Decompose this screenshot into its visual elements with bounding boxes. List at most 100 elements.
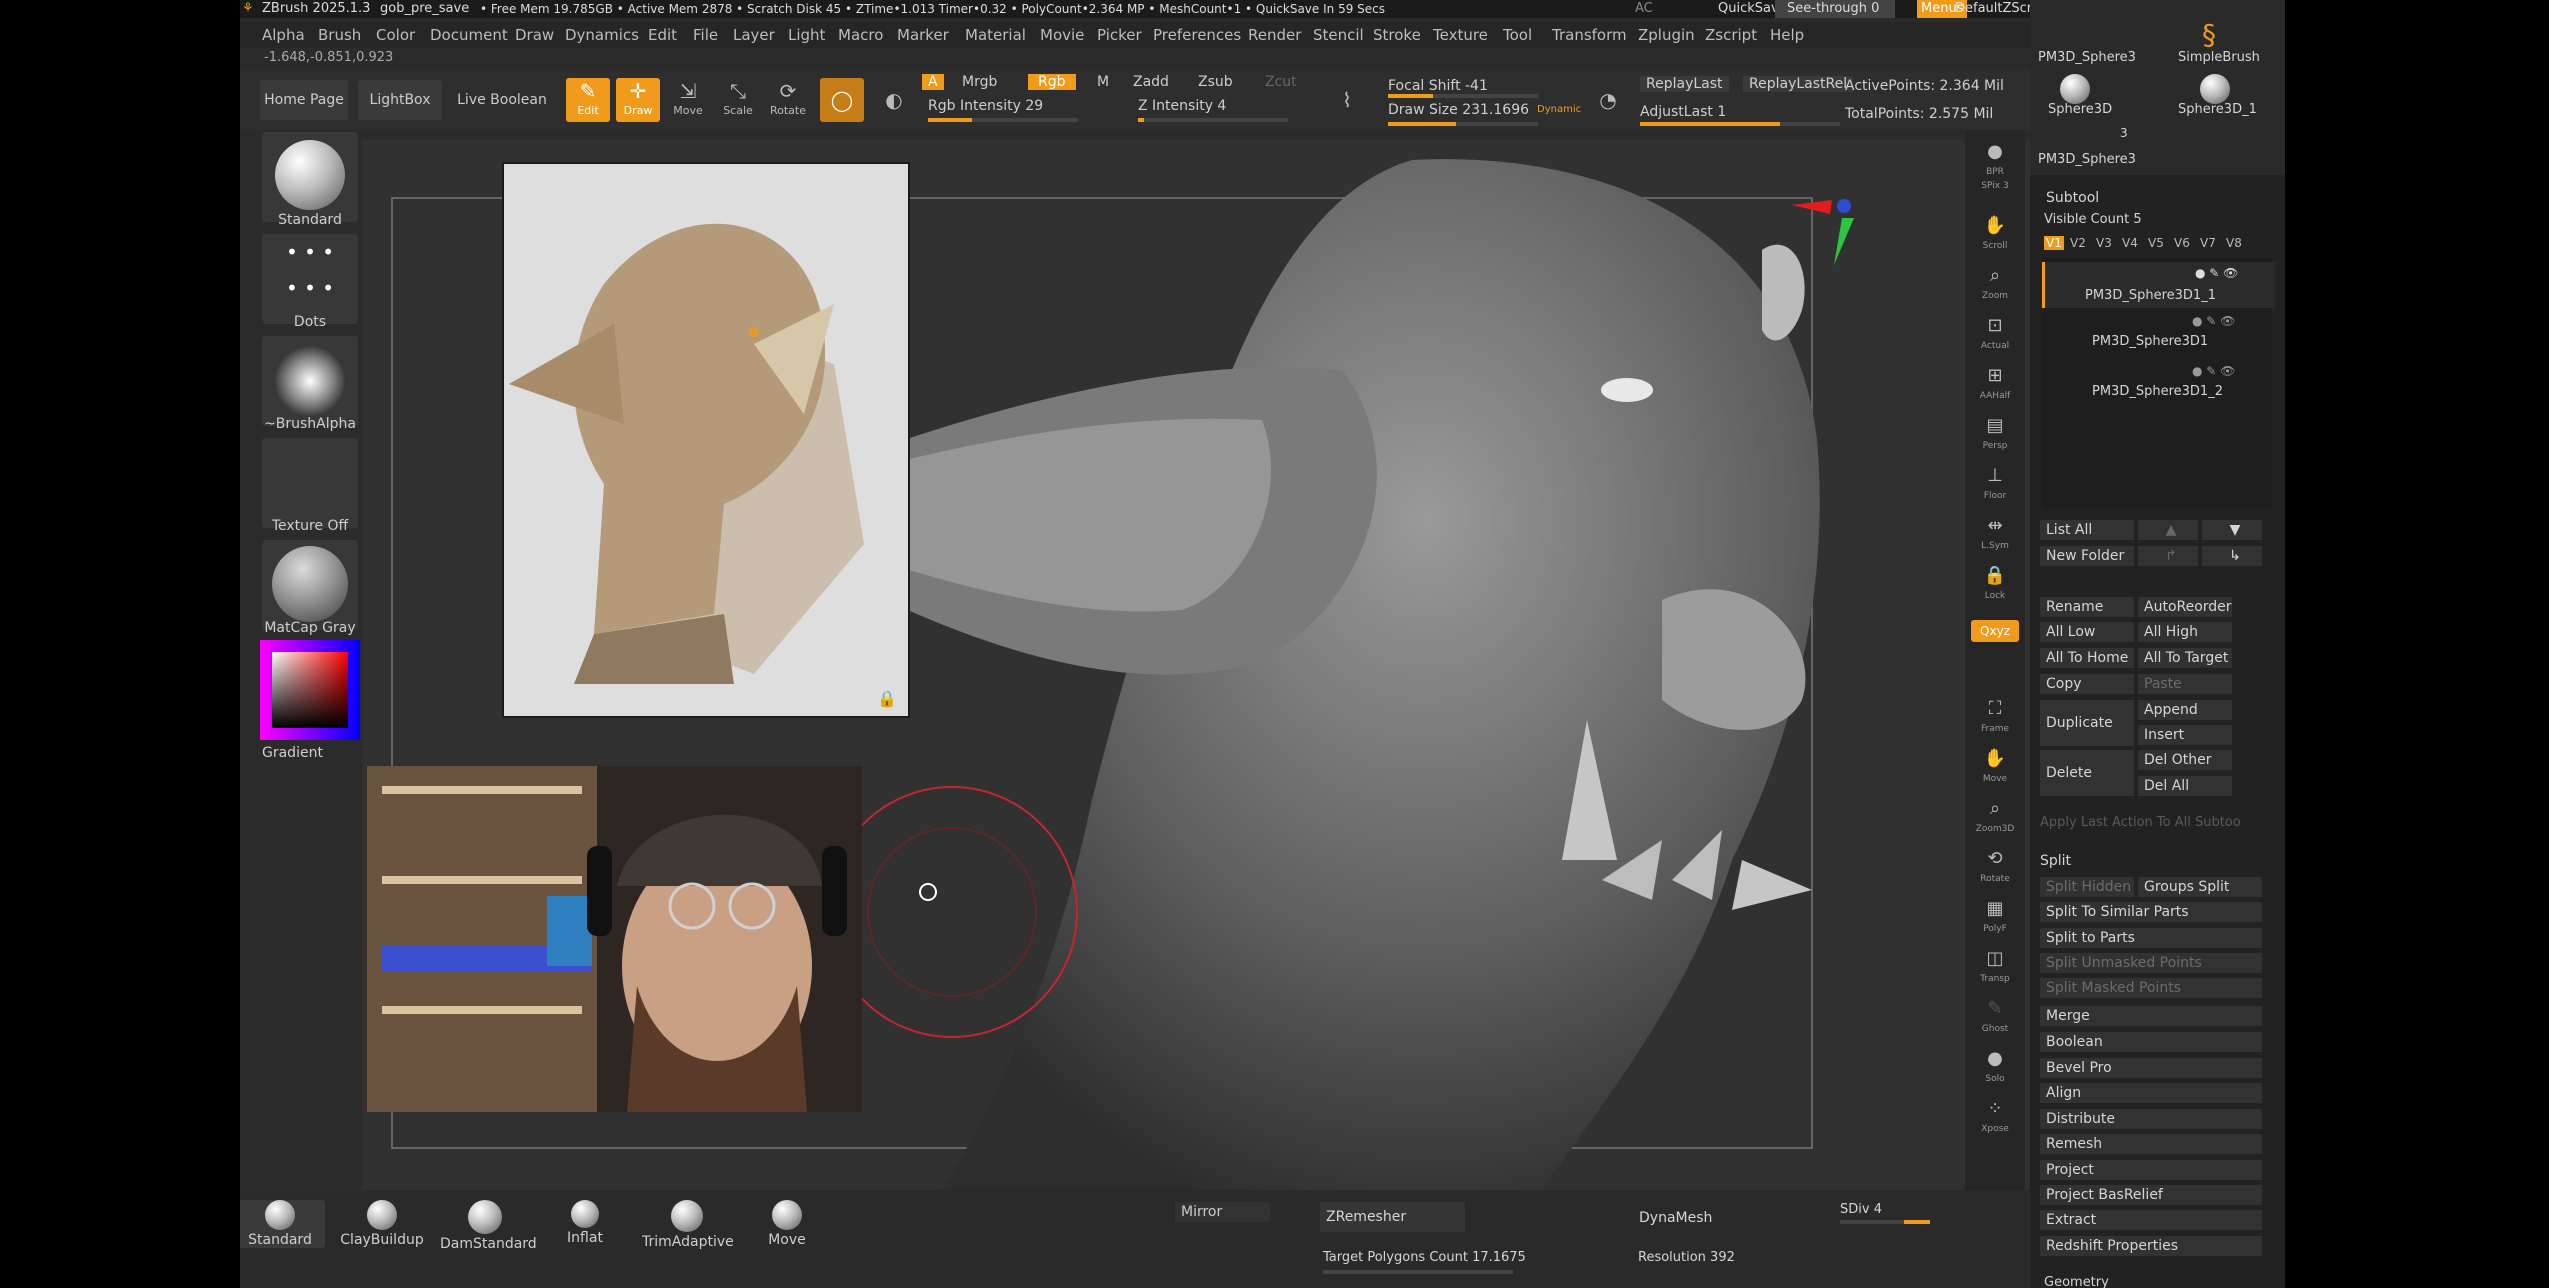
- home-page-button[interactable]: Home Page: [260, 80, 348, 120]
- material-swatch[interactable]: ◯: [820, 78, 864, 122]
- paste-button[interactable]: Paste: [2138, 674, 2232, 694]
- stroke-s-button[interactable]: ⌇: [1325, 78, 1369, 122]
- subtool-visibility-icon[interactable]: ● ✎ 👁: [2192, 314, 2235, 328]
- gradient-label[interactable]: Gradient: [262, 745, 323, 761]
- brush-standard[interactable]: Standard: [240, 1200, 325, 1248]
- a-toggle[interactable]: A: [922, 74, 944, 90]
- persp-button[interactable]: ▤ Persp: [1971, 412, 2019, 456]
- dynamesh-button[interactable]: DynaMesh: [1633, 1208, 1743, 1228]
- menu-zscript[interactable]: Zscript: [1705, 22, 1757, 48]
- resolution-slider[interactable]: Resolution 392: [1638, 1250, 1735, 1265]
- sdiv-slider[interactable]: SDiv 4: [1840, 1202, 1882, 1217]
- menu-draw[interactable]: Draw: [515, 22, 554, 48]
- target-polygons-count[interactable]: Target Polygons Count 17.1675: [1323, 1250, 1526, 1265]
- version-v2[interactable]: V2: [2070, 236, 2086, 250]
- live-boolean-button[interactable]: Live Boolean: [452, 80, 552, 120]
- ac-toggle[interactable]: AC: [1635, 0, 1653, 18]
- transp-button[interactable]: ◫ Transp: [1971, 945, 2019, 989]
- copy-button[interactable]: Copy: [2040, 674, 2134, 694]
- brush-thumbnail[interactable]: [262, 132, 358, 222]
- del-other-button[interactable]: Del Other: [2138, 750, 2232, 770]
- aahalf-button[interactable]: ⊞ AAHalf: [1971, 362, 2019, 406]
- menu-render[interactable]: Render: [1248, 22, 1301, 48]
- visible-count[interactable]: Visible Count 5: [2044, 212, 2142, 227]
- version-v7[interactable]: V7: [2200, 236, 2216, 250]
- remesh-section[interactable]: Remesh: [2040, 1134, 2262, 1154]
- color-picker[interactable]: [260, 640, 360, 740]
- replay-last-rel-button[interactable]: ReplayLastRel: [1743, 76, 1854, 92]
- ghost-button[interactable]: ✎ Ghost: [1971, 995, 2019, 1039]
- merge-section[interactable]: Merge: [2040, 1006, 2262, 1026]
- zoom-button[interactable]: ⌕ Zoom: [1971, 262, 2019, 306]
- del-all-button[interactable]: Del All: [2138, 776, 2232, 796]
- texture-thumbnail[interactable]: [262, 438, 358, 528]
- qxyz-button[interactable]: Qxyz: [1971, 620, 2019, 642]
- menu-color[interactable]: Color: [376, 22, 415, 48]
- menu-stroke[interactable]: Stroke: [1373, 22, 1421, 48]
- subtool-visibility-icon[interactable]: ● ✎ 👁: [2195, 266, 2238, 280]
- subtool-item-active[interactable]: PM3D_Sphere3D1_1 ● ✎ 👁: [2042, 262, 2275, 308]
- menu-stencil[interactable]: Stencil: [1313, 22, 1364, 48]
- polyf-button[interactable]: ▦ PolyF: [1971, 895, 2019, 939]
- split-to-similar-parts-button[interactable]: Split To Similar Parts: [2040, 902, 2262, 922]
- autoreorder-button[interactable]: AutoReorder: [2138, 597, 2232, 617]
- replay-d-button[interactable]: ◔: [1586, 78, 1630, 122]
- menu-zplugin[interactable]: Zplugin: [1638, 22, 1695, 48]
- subtool-visibility-icon[interactable]: ● ✎ 👁: [2192, 364, 2235, 378]
- menu-marker[interactable]: Marker: [897, 22, 949, 48]
- brush-inflat[interactable]: Inflat: [540, 1200, 630, 1246]
- list-all-button[interactable]: List All: [2040, 520, 2134, 540]
- lsym-button[interactable]: ⇹ L.Sym: [1971, 512, 2019, 556]
- brush-claybuildup[interactable]: ClayBuildup: [337, 1200, 427, 1248]
- reference-image[interactable]: 🔒: [502, 162, 910, 718]
- target-polygons-slider[interactable]: [1323, 1270, 1513, 1274]
- bpr-button[interactable]: ● BPR: [1971, 138, 2019, 182]
- menu-file[interactable]: File: [693, 22, 718, 48]
- version-v5[interactable]: V5: [2148, 236, 2164, 250]
- m-toggle[interactable]: M: [1097, 74, 1109, 90]
- menu-help[interactable]: Help: [1770, 22, 1804, 48]
- rgb-intensity-slider[interactable]: [928, 118, 1078, 122]
- lock-icon[interactable]: 🔒: [877, 689, 897, 708]
- menu-layer[interactable]: Layer: [733, 22, 775, 48]
- menu-macro[interactable]: Macro: [838, 22, 883, 48]
- subtool-item[interactable]: PM3D_Sphere3D1 ● ✎ 👁: [2042, 314, 2272, 354]
- split-section-header[interactable]: Split: [2040, 853, 2071, 869]
- extract-section[interactable]: Extract: [2040, 1210, 2262, 1230]
- menu-preferences[interactable]: Preferences: [1153, 22, 1241, 48]
- split-masked-points-button[interactable]: Split Masked Points: [2040, 978, 2262, 998]
- move-mode-button[interactable]: ⇲ Move: [666, 78, 710, 122]
- menu-transform[interactable]: Transform: [1552, 22, 1627, 48]
- see-through-slider[interactable]: See-through 0: [1775, 0, 1895, 18]
- apply-last-action-label[interactable]: Apply Last Action To All Subtoo: [2040, 815, 2241, 830]
- version-v1[interactable]: V1: [2044, 236, 2064, 250]
- align-section[interactable]: Align: [2040, 1083, 2262, 1103]
- project-basrelief-section[interactable]: Project BasRelief: [2040, 1185, 2262, 1205]
- zadd-toggle[interactable]: Zadd: [1133, 74, 1169, 90]
- adjust-last-slider[interactable]: [1640, 122, 1840, 126]
- floor-button[interactable]: ⊥ Floor: [1971, 462, 2019, 506]
- move-view-button[interactable]: ✋ Move: [1971, 745, 2019, 789]
- rotate-view-button[interactable]: ⟲ Rotate: [1971, 845, 2019, 889]
- stroke-thumbnail[interactable]: • • • • • •: [262, 234, 358, 324]
- boolean-section[interactable]: Boolean: [2040, 1032, 2262, 1052]
- lightbox-button[interactable]: LightBox: [358, 80, 442, 120]
- menu-light[interactable]: Light: [788, 22, 825, 48]
- tool-thumb-label-1[interactable]: SimpleBrush: [2178, 50, 2260, 65]
- append-button[interactable]: Append: [2138, 700, 2232, 720]
- move-down-arrow-icon[interactable]: ▼: [2202, 520, 2262, 540]
- all-high-button[interactable]: All High: [2138, 622, 2232, 642]
- redshift-properties-section[interactable]: Redshift Properties: [2040, 1236, 2262, 1256]
- frame-button[interactable]: ⛶ Frame: [1971, 695, 2019, 739]
- split-unmasked-points-button[interactable]: Split Unmasked Points: [2040, 953, 2262, 973]
- menu-edit[interactable]: Edit: [648, 22, 677, 48]
- menu-texture[interactable]: Texture: [1433, 22, 1488, 48]
- scale-mode-button[interactable]: ⤡ Scale: [716, 78, 760, 122]
- solo-button[interactable]: ● Solo: [1971, 1045, 2019, 1089]
- version-v6[interactable]: V6: [2174, 236, 2190, 250]
- all-to-home-button[interactable]: All To Home: [2040, 648, 2134, 668]
- version-v8[interactable]: V8: [2226, 236, 2242, 250]
- insert-button[interactable]: Insert: [2138, 725, 2232, 745]
- dynamic-toggle[interactable]: Dynamic: [1537, 104, 1581, 115]
- draw-size-slider[interactable]: [1388, 122, 1538, 126]
